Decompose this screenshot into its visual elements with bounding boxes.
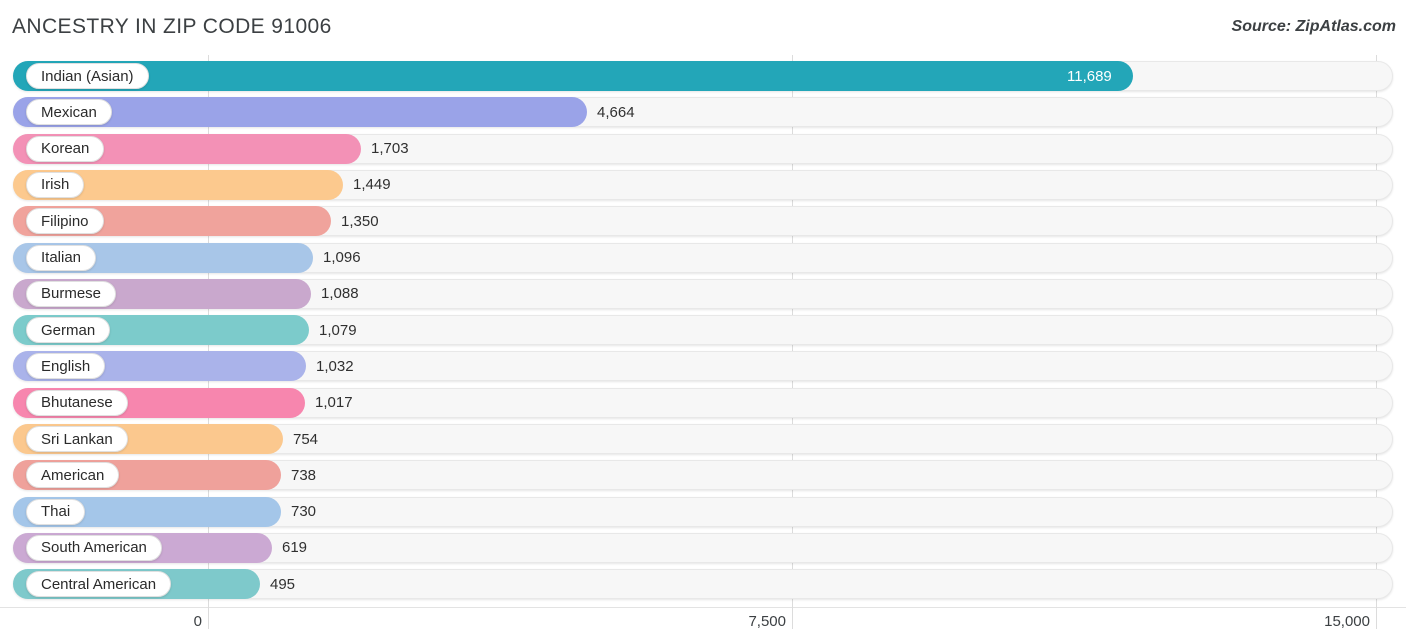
category-label-pill[interactable]: Bhutanese	[26, 389, 128, 416]
bar-row[interactable]: Burmese 1,088	[13, 278, 1393, 309]
bar-value-label: 1,017	[315, 394, 353, 412]
bar-row[interactable]: Bhutanese 1,017	[13, 387, 1393, 418]
bar-row[interactable]: Filipino 1,350	[13, 206, 1393, 237]
bar-row[interactable]: Central American 495	[13, 569, 1393, 600]
category-label-pill[interactable]: Burmese	[26, 280, 117, 307]
category-label: Mexican	[41, 103, 97, 121]
source-attribution: Source: ZipAtlas.com	[1231, 18, 1396, 35]
bar-row[interactable]: English 1,032	[13, 351, 1393, 382]
category-label-pill[interactable]: South American	[26, 534, 162, 561]
category-label-pill[interactable]: Central American	[26, 571, 172, 598]
category-label-pill[interactable]: Korean	[26, 135, 105, 162]
category-label-pill[interactable]: Thai	[26, 498, 86, 525]
x-axis: 0 7,500 15,000	[0, 607, 1406, 644]
category-label: English	[41, 357, 91, 375]
axis-tick-label: 15,000	[1324, 613, 1370, 630]
bar-value-label: 11,689	[1067, 67, 1112, 85]
axis-tick-mark	[792, 607, 793, 629]
bar-row[interactable]: South American 619	[13, 532, 1393, 563]
bar-row[interactable]: Mexican 4,664	[13, 97, 1393, 128]
category-label: Bhutanese	[41, 394, 113, 412]
bar-row[interactable]: German 1,079	[13, 315, 1393, 346]
page-title: ANCESTRY IN ZIP CODE 91006	[12, 15, 332, 38]
category-label-pill[interactable]: Sri Lankan	[26, 426, 128, 452]
axis-line	[0, 607, 1406, 608]
category-label-pill[interactable]: American	[26, 462, 120, 489]
category-label-pill[interactable]: Mexican	[26, 99, 112, 126]
category-label: American	[41, 466, 105, 484]
bar-value-label: 754	[293, 430, 319, 448]
bar-row[interactable]: American 738	[13, 460, 1393, 491]
bar-value-label: 4,664	[597, 103, 635, 121]
bar-value-label: 495	[270, 575, 296, 593]
category-label: Central American	[41, 575, 157, 593]
category-label: Thai	[41, 503, 71, 521]
bar-row[interactable]: Italian 1,096	[13, 242, 1393, 273]
axis-tick-mark	[1376, 607, 1377, 629]
category-label: Korean	[41, 140, 90, 158]
bar-row[interactable]: Thai 730	[13, 496, 1393, 527]
bar-value-label: 1,079	[319, 321, 357, 339]
category-label: Burmese	[41, 285, 102, 303]
axis-tick-label: 7,500	[748, 613, 786, 630]
category-label-pill[interactable]: German	[26, 317, 111, 344]
category-label: Irish	[41, 176, 70, 194]
category-label: Indian (Asian)	[41, 67, 134, 85]
category-label-pill[interactable]: Irish	[26, 171, 85, 198]
bar-value-label: 1,032	[316, 357, 354, 375]
bar-value-label: 1,449	[353, 176, 391, 194]
bar-fill	[13, 61, 1133, 91]
bar-value-label: 1,350	[341, 212, 379, 230]
bar-row[interactable]: Indian (Asian) 11,689	[13, 61, 1393, 91]
category-label: German	[41, 321, 96, 339]
bar-value-label: 1,703	[371, 140, 409, 158]
category-label-pill[interactable]: Filipino	[26, 208, 104, 235]
bar-value-label: 730	[291, 503, 317, 521]
category-label: South American	[41, 539, 147, 557]
category-label-pill[interactable]: Indian (Asian)	[26, 63, 149, 89]
bar-value-label: 1,088	[321, 285, 359, 303]
category-label-pill[interactable]: Italian	[26, 244, 97, 271]
bar-value-label: 1,096	[323, 249, 361, 266]
plot-area: Indian (Asian) 11,689 Mexican 4,664 Korean 1,…	[0, 55, 1406, 607]
category-label-pill[interactable]: English	[26, 353, 106, 380]
category-label: Italian	[41, 249, 82, 266]
category-label: Sri Lankan	[41, 430, 113, 448]
axis-tick-mark	[208, 607, 209, 629]
bar-row[interactable]: Sri Lankan 754	[13, 424, 1393, 454]
axis-tick-label: 0	[193, 613, 202, 630]
category-label: Filipino	[41, 212, 89, 230]
bar-row[interactable]: Irish 1,449	[13, 169, 1393, 200]
chart-page: ANCESTRY IN ZIP CODE 91006 Source: ZipAt…	[0, 0, 1406, 644]
bar-value-label: 738	[291, 466, 317, 484]
bar-value-label: 619	[282, 539, 308, 557]
bar-row[interactable]: Korean 1,703	[13, 133, 1393, 164]
